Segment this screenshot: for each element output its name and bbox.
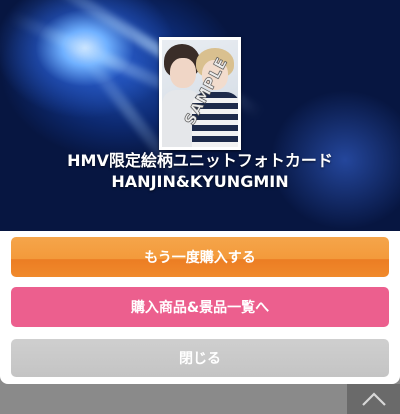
member-face-left <box>170 58 196 88</box>
product-list-button[interactable]: 購入商品&景品一覧へ <box>11 287 389 327</box>
product-title: HMV限定絵柄ユニットフォトカード HANJIN&KYUNGMIN <box>67 151 333 191</box>
chevron-up-icon <box>361 392 386 406</box>
close-button[interactable]: 閉じる <box>11 339 389 377</box>
buy-again-button[interactable]: もう一度購入する <box>11 237 389 277</box>
hero-banner: SAMPLE HMV限定絵柄ユニットフォトカード HANJIN&KYUNGMIN <box>0 0 400 231</box>
photocard-photo: SAMPLE <box>162 40 238 147</box>
result-modal: SAMPLE HMV限定絵柄ユニットフォトカード HANJIN&KYUNGMIN… <box>0 0 400 384</box>
photocard-image: SAMPLE <box>159 37 241 150</box>
page-top-button[interactable] <box>347 384 400 414</box>
